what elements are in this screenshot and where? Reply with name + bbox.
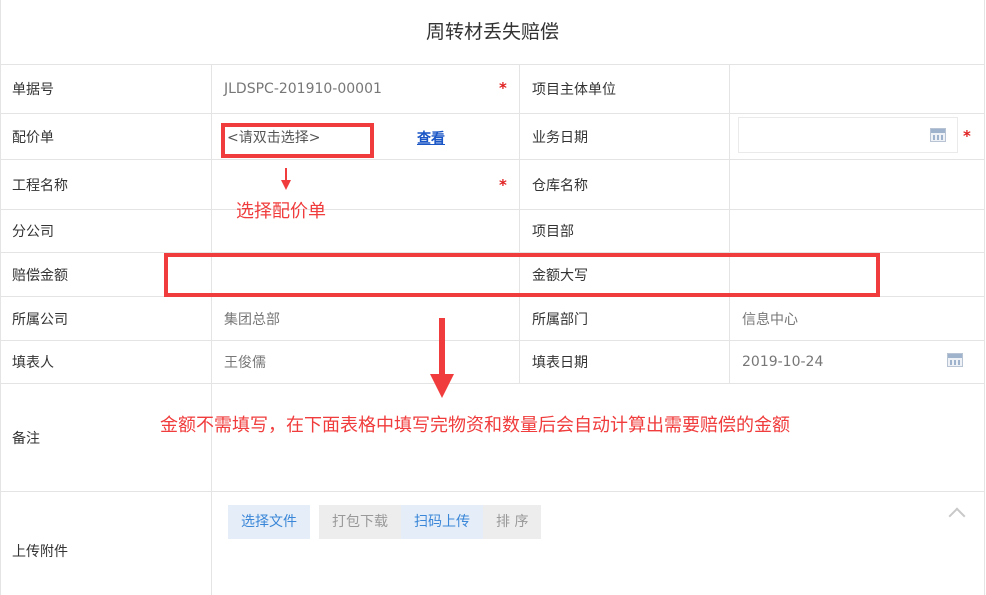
fill-date-label: 填表日期 [520, 341, 730, 383]
quote-highlight-box [221, 123, 374, 158]
company-label: 所属公司 [0, 297, 212, 340]
select-quote-annotation: 选择配价单 [236, 201, 326, 222]
view-quote-link[interactable]: 查看 [417, 128, 445, 148]
form-row-project-name: 工程名称 仓库名称 [0, 160, 985, 210]
biz-date-input[interactable] [738, 117, 958, 153]
annotation-arrow-large [430, 318, 454, 398]
warehouse-label: 仓库名称 [520, 160, 730, 209]
project-unit-label: 项目主体单位 [520, 64, 730, 113]
calendar-icon[interactable] [930, 128, 946, 142]
form-row-branch: 分公司 项目部 [0, 210, 985, 253]
form-row-filler: 填表人 王俊儒 填表日期 2019-10-24 [0, 341, 985, 384]
choose-file-button[interactable]: 选择文件 [228, 505, 310, 539]
form-row-company: 所属公司 集团总部 所属部门 信息中心 [0, 297, 985, 341]
warehouse-field[interactable] [730, 160, 985, 209]
required-mark: * [499, 79, 507, 97]
calendar-icon[interactable] [947, 353, 963, 367]
branch-label: 分公司 [0, 210, 212, 252]
amount-annotation: 金额不需填写，在下面表格中填写完物资和数量后会自动计算出需要赔偿的金额 [160, 415, 790, 436]
required-mark: * [499, 176, 507, 194]
required-mark: * [963, 127, 971, 145]
form-row-doc-no: 单据号 JLDSPC-201910-00001 项目主体单位 [0, 64, 985, 114]
project-dept-field[interactable] [730, 210, 985, 252]
amount-highlight-box [164, 253, 880, 297]
project-unit-field[interactable] [730, 64, 985, 113]
page-title: 周转材丢失赔偿 [0, 0, 985, 65]
annotation-arrow-small [281, 168, 291, 190]
pack-download-button[interactable]: 打包下载 [319, 505, 401, 539]
remark-label: 备注 [0, 384, 212, 491]
scan-upload-button[interactable]: 扫码上传 [401, 505, 483, 539]
remark-textarea[interactable] [212, 384, 985, 491]
quote-label: 配价单 [0, 114, 212, 159]
filler-label: 填表人 [0, 341, 212, 383]
doc-no-field[interactable]: JLDSPC-201910-00001 [212, 64, 520, 113]
biz-date-label: 业务日期 [520, 114, 730, 159]
doc-no-label: 单据号 [0, 64, 212, 113]
attachment-label: 上传附件 [0, 492, 212, 595]
department-field[interactable]: 信息中心 [730, 297, 985, 340]
project-name-label: 工程名称 [0, 160, 212, 209]
project-dept-label: 项目部 [520, 210, 730, 252]
department-label: 所属部门 [520, 297, 730, 340]
company-field[interactable]: 集团总部 [212, 297, 520, 340]
sort-button[interactable]: 排 序 [483, 505, 542, 539]
form-row-remark: 备注 [0, 384, 985, 492]
filler-field[interactable]: 王俊儒 [212, 341, 520, 383]
